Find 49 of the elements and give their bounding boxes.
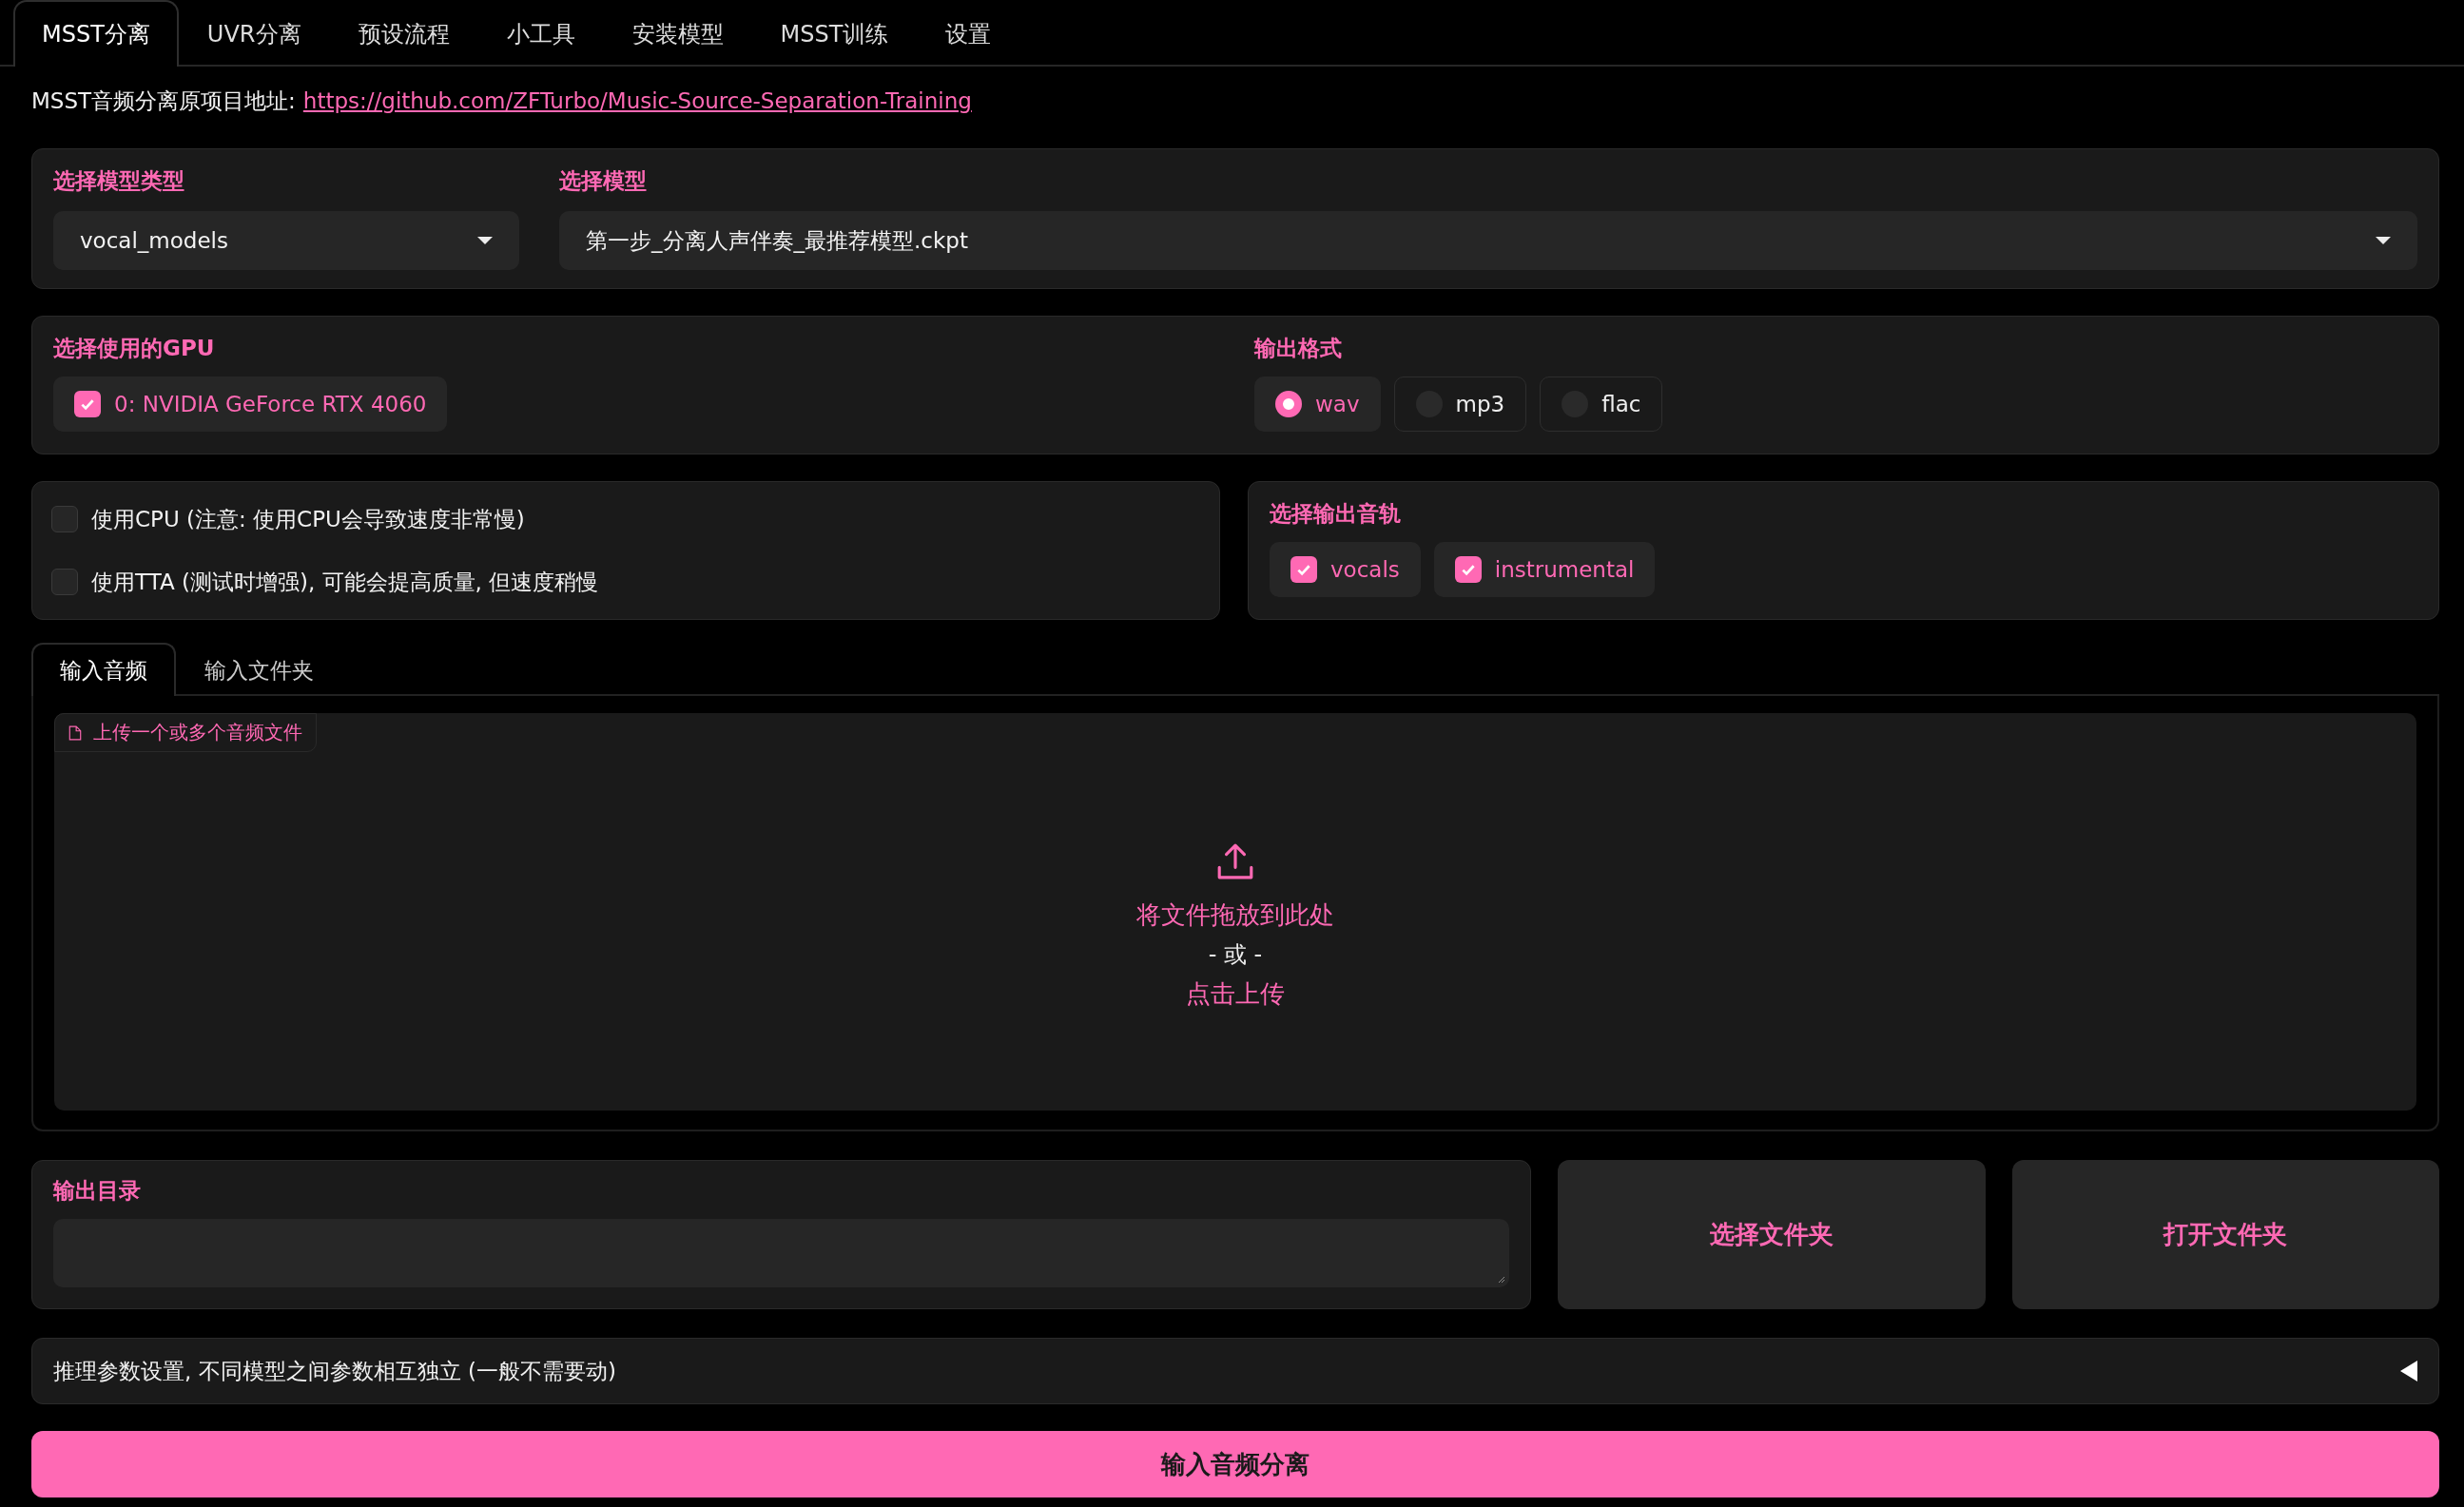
- tab[interactable]: 输入文件夹: [176, 643, 342, 696]
- checkbox[interactable]: [51, 569, 78, 595]
- caret-icon: [477, 237, 493, 244]
- submit-button[interactable]: 输入音频分离: [31, 1431, 2439, 1497]
- setting-checkbox-option[interactable]: 使用CPU (注意: 使用CPU会导致速度非常慢): [51, 504, 1200, 534]
- model-type-dropdown[interactable]: vocal_models: [53, 211, 519, 270]
- field-label: 选择模型类型: [53, 167, 185, 195]
- setting-checkbox-option[interactable]: 使用TTA (测试时增强), 可能会提高质量, 但速度稍慢: [51, 567, 1200, 597]
- caret-icon: [2376, 237, 2391, 244]
- drop-text: 将文件拖放到此处: [1136, 899, 1334, 931]
- folder-button[interactable]: 选择文件夹: [1558, 1160, 1986, 1309]
- tab[interactable]: 小工具: [477, 0, 604, 67]
- field-label: 选择输出音轨: [1270, 500, 1402, 528]
- field-label: 输出格式: [1254, 335, 1343, 362]
- accordion-header[interactable]: 推理参数设置, 不同模型之间参数相互独立 (一般不需要动): [31, 1338, 2439, 1404]
- upload-label: 上传一个或多个音频文件: [54, 713, 317, 752]
- repo-link[interactable]: https://github.com/ZFTurbo/Music-Source-Separation-Training: [302, 88, 972, 113]
- tab[interactable]: UVR分离: [178, 0, 330, 67]
- field-label: 选择使用的GPU: [53, 335, 216, 362]
- file-icon: [68, 725, 82, 741]
- accordion-title: 推理参数设置, 不同模型之间参数相互独立 (一般不需要动): [53, 1357, 616, 1385]
- stem-checkbox-option[interactable]: instrumental: [1433, 542, 1656, 597]
- upload-dropzone[interactable]: 上传一个或多个音频文件 将文件拖放到此处 - 或 - 点击上传: [54, 713, 2416, 1111]
- field-label: 输出目录: [53, 1177, 142, 1205]
- model-dropdown[interactable]: 第一步_分离人声伴奏_最推荐模型.ckpt: [559, 211, 2417, 270]
- tab[interactable]: 输入音频: [31, 643, 176, 696]
- checkbox[interactable]: [51, 506, 78, 532]
- tab[interactable]: 安装模型: [603, 0, 752, 67]
- stem-checkbox-option[interactable]: vocals: [1270, 542, 1421, 597]
- click-upload-text: 点击上传: [1186, 978, 1285, 1010]
- folder-button[interactable]: 打开文件夹: [2011, 1160, 2439, 1309]
- format-radio-option[interactable]: mp3: [1393, 377, 1527, 432]
- tab[interactable]: MSST分离: [13, 0, 179, 67]
- tab[interactable]: 预设流程: [329, 0, 478, 67]
- format-radio-option[interactable]: flac: [1540, 377, 1663, 432]
- checkbox[interactable]: [1454, 556, 1482, 583]
- checkbox[interactable]: [1290, 556, 1317, 583]
- radio-button[interactable]: [1275, 391, 1302, 417]
- resize-grip-icon: [1496, 1274, 1505, 1284]
- output-dir-field[interactable]: [53, 1219, 1509, 1287]
- tab[interactable]: 设置: [917, 0, 1020, 67]
- checkbox[interactable]: [74, 391, 101, 417]
- field-label: 选择模型: [559, 167, 648, 195]
- format-radio-option[interactable]: wav: [1254, 377, 1381, 432]
- upload-icon: [1215, 841, 1255, 881]
- or-text: - 或 -: [1208, 940, 1263, 970]
- intro-text: MSST音频分离原项目地址:: [31, 87, 296, 115]
- tab[interactable]: MSST训练: [751, 0, 918, 67]
- gpu-checkbox-option[interactable]: 0: NVIDIA GeForce RTX 4060: [53, 377, 448, 432]
